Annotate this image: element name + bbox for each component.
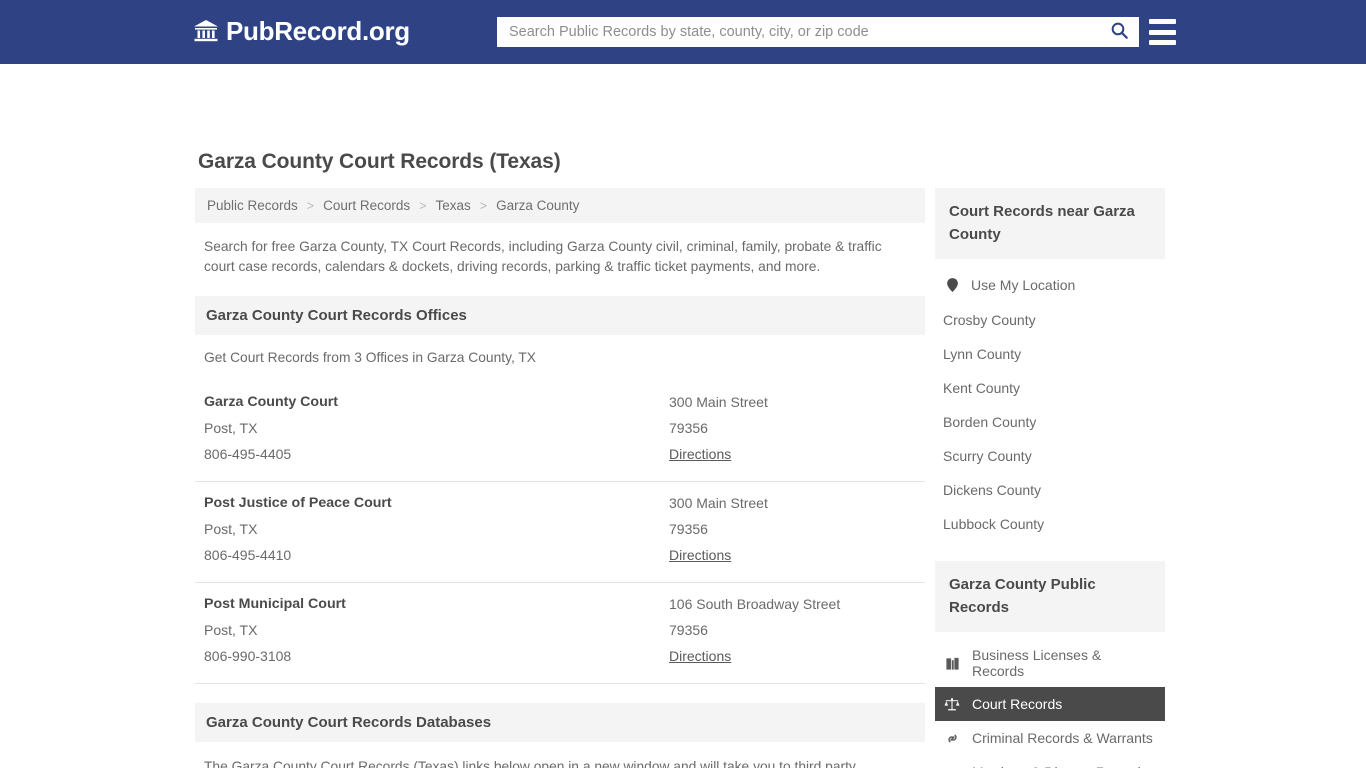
office-name: Garza County Court	[204, 394, 338, 410]
main-content-column: Public Records > Court Records > Texas >…	[195, 188, 925, 768]
bank-building-icon	[193, 18, 219, 44]
office-street: 300 Main Street	[669, 495, 768, 511]
sidebar-item-marriage-divorce[interactable]: Marriage & Divorce Records	[935, 755, 1165, 768]
office-zip: 79356	[669, 622, 708, 638]
sidebar-item-lubbock-county[interactable]: Lubbock County	[935, 507, 1165, 541]
sidebar: Court Records near Garza County Use My L…	[935, 188, 1165, 768]
sidebar-item-label: Scurry County	[943, 448, 1032, 464]
scales-of-justice-icon	[943, 695, 961, 713]
sidebar-item-crosby-county[interactable]: Crosby County	[935, 303, 1165, 337]
sidebar-item-scurry-county[interactable]: Scurry County	[935, 439, 1165, 473]
office-address: 300 Main Street 79356 Directions	[669, 389, 916, 467]
site-logo-text: PubRecord.org	[226, 16, 410, 46]
databases-section-heading: Garza County Court Records Databases	[195, 703, 925, 742]
page-intro-text: Search for free Garza County, TX Court R…	[204, 239, 882, 274]
directions-link[interactable]: Directions	[669, 542, 731, 568]
venus-mars-icon	[943, 763, 961, 768]
site-header: PubRecord.org	[0, 0, 1366, 64]
breadcrumb-item-garza-county[interactable]: Garza County	[494, 198, 581, 213]
hamburger-bar	[1149, 40, 1176, 45]
sidebar-item-label: Kent County	[943, 380, 1021, 396]
public-records-list: Business Licenses & Records Court Record…	[935, 632, 1165, 768]
sidebar-item-label: Business Licenses & Records	[972, 647, 1102, 679]
sidebar-item-court-records[interactable]: Court Records	[935, 687, 1165, 721]
breadcrumb-item-court-records[interactable]: Court Records	[321, 198, 412, 213]
directions-link[interactable]: Directions	[669, 441, 731, 467]
sidebar-item-criminal-records[interactable]: Criminal Records & Warrants	[935, 721, 1165, 755]
sidebar-item-kent-county[interactable]: Kent County	[935, 371, 1165, 405]
sidebar-item-label: Marriage & Divorce Records	[972, 764, 1148, 768]
search-input[interactable]	[497, 17, 1099, 47]
sidebar-item-label: Court Records	[972, 696, 1063, 712]
page-title: Garza County Court Records (Texas)	[198, 150, 561, 173]
sidebar-item-business-licenses[interactable]: Business Licenses & Records	[935, 639, 1165, 687]
directions-link[interactable]: Directions	[669, 643, 731, 669]
office-street: 300 Main Street	[669, 394, 768, 410]
sidebar-item-label: Borden County	[943, 414, 1037, 430]
nearby-counties-list: Use My Location Crosby County Lynn Count…	[935, 259, 1165, 541]
office-phone: 806-495-4405	[204, 446, 292, 462]
sidebar-item-borden-county[interactable]: Borden County	[935, 405, 1165, 439]
sidebar-item-label: Crosby County	[943, 312, 1036, 328]
hamburger-bar	[1149, 29, 1176, 35]
databases-section-note: The Garza County Court Records (Texas) l…	[204, 759, 856, 768]
site-logo-link[interactable]: PubRecord.org	[193, 18, 410, 44]
office-address: 106 South Broadway Street 79356 Directio…	[669, 591, 916, 669]
handcuffs-icon	[943, 729, 961, 747]
office-name: Post Municipal Court	[204, 596, 346, 612]
breadcrumb-separator: >	[419, 198, 427, 213]
table-row: Post Justice of Peace Court Post, TX 806…	[195, 482, 925, 583]
table-row: Post Municipal Court Post, TX 806-990-31…	[195, 583, 925, 684]
sidebar-item-lynn-county[interactable]: Lynn County	[935, 337, 1165, 371]
office-details: Garza County Court Post, TX 806-495-4405	[204, 389, 669, 467]
hamburger-menu-icon[interactable]	[1149, 19, 1176, 45]
breadcrumb-item-texas[interactable]: Texas	[433, 198, 472, 213]
office-details: Post Justice of Peace Court Post, TX 806…	[204, 490, 669, 568]
office-street: 106 South Broadway Street	[669, 596, 841, 612]
hamburger-bar	[1149, 19, 1176, 24]
table-row: Garza County Court Post, TX 806-495-4405…	[195, 381, 925, 482]
office-city-state: Post, TX	[204, 521, 258, 537]
sidebar-item-label: Lynn County	[943, 346, 1022, 362]
breadcrumb-separator: >	[479, 198, 488, 213]
search-icon	[1110, 21, 1129, 43]
map-pin-icon	[943, 276, 961, 294]
office-zip: 79356	[669, 420, 708, 436]
sidebar-item-dickens-county[interactable]: Dickens County	[935, 473, 1165, 507]
sidebar-item-label: Lubbock County	[943, 516, 1045, 532]
office-city-state: Post, TX	[204, 622, 258, 638]
sidebar-heading-public-records: Garza County Public Records	[935, 561, 1165, 632]
office-phone: 806-495-4410	[204, 547, 292, 563]
sidebar-item-use-my-location[interactable]: Use My Location	[935, 267, 1165, 303]
offices-section-heading: Garza County Court Records Offices	[195, 296, 925, 335]
breadcrumb-item-public-records[interactable]: Public Records	[205, 198, 300, 213]
search-bar	[497, 17, 1139, 47]
office-phone: 806-990-3108	[204, 648, 292, 664]
office-details: Post Municipal Court Post, TX 806-990-31…	[204, 591, 669, 669]
business-building-icon	[943, 654, 961, 672]
office-address: 300 Main Street 79356 Directions	[669, 490, 916, 568]
breadcrumb-separator: >	[306, 198, 315, 213]
sidebar-item-label: Dickens County	[943, 482, 1042, 498]
offices-section-note: Get Court Records from 3 Offices in Garz…	[204, 350, 537, 365]
breadcrumb: Public Records > Court Records > Texas >…	[195, 188, 925, 223]
sidebar-heading-nearby: Court Records near Garza County	[935, 188, 1165, 259]
sidebar-item-label: Criminal Records & Warrants	[972, 730, 1153, 746]
office-city-state: Post, TX	[204, 420, 258, 436]
search-button[interactable]	[1099, 17, 1139, 47]
office-zip: 79356	[669, 521, 708, 537]
offices-list: Garza County Court Post, TX 806-495-4405…	[195, 381, 925, 684]
sidebar-item-label: Use My Location	[971, 277, 1076, 293]
office-name: Post Justice of Peace Court	[204, 495, 392, 511]
